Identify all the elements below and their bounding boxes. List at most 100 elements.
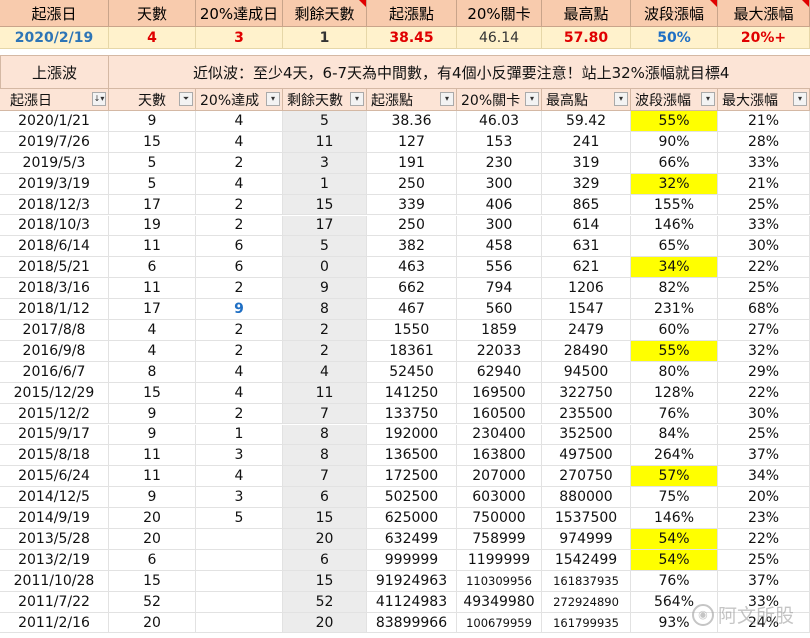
filter-dropdown-icon[interactable]: ▾ [701, 92, 715, 106]
table-cell[interactable]: 49349980 [457, 591, 542, 613]
table-cell[interactable]: 11 [283, 131, 367, 153]
table-cell[interactable]: 6 [109, 257, 196, 279]
table-cell[interactable]: 560 [457, 299, 542, 320]
column-header[interactable]: 起漲日 ↓▾ [0, 89, 109, 111]
table-cell[interactable]: 20 [109, 529, 196, 550]
table-cell[interactable]: 34% [718, 466, 810, 488]
header-cell[interactable]: 20%關卡 [457, 0, 542, 27]
table-cell[interactable]: 4 [109, 320, 196, 341]
table-cell[interactable]: 19 [109, 215, 196, 237]
table-cell[interactable]: 352500 [542, 424, 631, 446]
table-cell[interactable]: 4 [196, 382, 283, 404]
table-cell[interactable]: 458 [457, 236, 542, 258]
table-cell[interactable] [196, 529, 283, 550]
table-cell[interactable]: 2019/7/26 [0, 131, 109, 153]
table-cell[interactable]: 9 [109, 403, 196, 425]
header-cell[interactable]: 起漲點 [367, 0, 457, 27]
table-cell[interactable]: 9 [196, 299, 283, 320]
table-cell[interactable]: 153 [457, 131, 542, 153]
table-cell[interactable]: 21% [718, 173, 810, 195]
table-cell[interactable]: 250 [367, 215, 457, 237]
table-cell[interactable]: 621 [542, 257, 631, 279]
table-cell[interactable]: 146% [631, 215, 718, 237]
table-cell[interactable]: 141250 [367, 382, 457, 404]
table-cell[interactable]: 319 [542, 152, 631, 174]
table-cell[interactable]: 2 [196, 152, 283, 174]
table-cell[interactable]: 2017/8/8 [0, 320, 109, 341]
table-cell[interactable]: 18361 [367, 340, 457, 362]
column-header[interactable]: 天數 ⏷ [109, 89, 196, 111]
table-cell[interactable]: 235500 [542, 403, 631, 425]
table-cell[interactable]: 91924963 [367, 570, 457, 592]
table-cell[interactable]: 1859 [457, 320, 542, 341]
table-cell[interactable]: 22% [718, 529, 810, 550]
header-cell[interactable]: 波段漲幅 [631, 0, 718, 27]
table-cell[interactable]: 556 [457, 257, 542, 279]
table-cell[interactable]: 30% [718, 236, 810, 258]
table-cell[interactable]: 1547 [542, 299, 631, 320]
table-cell[interactable]: 8 [283, 445, 367, 467]
column-header[interactable]: 最高點 ▾ [542, 89, 631, 111]
table-cell[interactable]: 11 [109, 278, 196, 300]
table-cell[interactable]: 127 [367, 131, 457, 153]
table-cell[interactable]: 65% [631, 236, 718, 258]
table-cell[interactable]: 231% [631, 299, 718, 320]
table-cell[interactable]: 2018/1/12 [0, 299, 109, 320]
table-cell[interactable]: 2018/12/3 [0, 194, 109, 216]
summary-cell[interactable]: 57.80 [542, 27, 631, 49]
table-cell[interactable]: 0 [283, 257, 367, 279]
table-cell[interactable]: 497500 [542, 445, 631, 467]
filter-dropdown-icon[interactable]: ▾ [525, 92, 539, 106]
table-cell[interactable]: 6 [283, 549, 367, 571]
table-cell[interactable]: 1542499 [542, 549, 631, 571]
header-cell[interactable]: 最高點 [542, 0, 631, 27]
table-cell[interactable]: 90% [631, 131, 718, 153]
table-cell[interactable]: 2015/12/29 [0, 382, 109, 404]
sort-filter-dropdown-icon[interactable]: ↓▾ [92, 92, 106, 106]
table-cell[interactable]: 2015/12/2 [0, 403, 109, 425]
table-cell[interactable]: 22% [718, 257, 810, 279]
table-cell[interactable]: 52 [283, 591, 367, 613]
table-cell[interactable]: 25% [718, 278, 810, 300]
table-cell[interactable]: 6 [196, 257, 283, 279]
table-cell[interactable]: 25% [718, 424, 810, 446]
table-cell[interactable]: 22% [718, 382, 810, 404]
table-cell[interactable]: 15 [109, 570, 196, 592]
table-cell[interactable]: 865 [542, 194, 631, 216]
table-cell[interactable]: 83899966 [367, 612, 457, 634]
table-cell[interactable]: 20 [283, 612, 367, 634]
filter-dropdown-icon[interactable]: ▾ [614, 92, 628, 106]
table-cell[interactable]: 146% [631, 508, 718, 529]
table-cell[interactable]: 2 [196, 278, 283, 300]
table-cell[interactable]: 110309956 [457, 570, 542, 592]
table-cell[interactable]: 25% [718, 194, 810, 216]
table-cell[interactable]: 2018/5/21 [0, 257, 109, 279]
table-cell[interactable]: 6 [283, 487, 367, 509]
table-cell[interactable]: 4 [109, 340, 196, 362]
table-cell[interactable]: 94500 [542, 361, 631, 383]
table-cell[interactable]: 136500 [367, 445, 457, 467]
table-cell[interactable]: 6 [196, 236, 283, 258]
table-cell[interactable]: 3 [283, 152, 367, 174]
summary-cell[interactable]: 46.14 [457, 27, 542, 49]
table-cell[interactable]: 2015/6/24 [0, 466, 109, 488]
column-header[interactable]: 最大漲幅 ▾ [718, 89, 810, 111]
table-cell[interactable]: 34% [631, 257, 718, 279]
table-cell[interactable]: 161799935 [542, 612, 631, 634]
column-header[interactable]: 20%達成 ▾ [196, 89, 283, 111]
table-cell[interactable]: 82% [631, 278, 718, 300]
table-cell[interactable]: 37% [718, 570, 810, 592]
table-cell[interactable]: 5 [109, 152, 196, 174]
table-cell[interactable]: 8 [283, 299, 367, 320]
table-cell[interactable]: 20 [109, 612, 196, 634]
table-cell[interactable]: 7 [283, 466, 367, 488]
table-cell[interactable]: 794 [457, 278, 542, 300]
table-cell[interactable]: 27% [718, 320, 810, 341]
summary-cell[interactable]: 38.45 [367, 27, 457, 49]
table-cell[interactable]: 502500 [367, 487, 457, 509]
table-cell[interactable]: 2015/8/18 [0, 445, 109, 467]
table-cell[interactable]: 38.36 [367, 111, 457, 132]
table-cell[interactable]: 15 [109, 131, 196, 153]
table-cell[interactable]: 11 [109, 236, 196, 258]
table-cell[interactable]: 33% [718, 215, 810, 237]
